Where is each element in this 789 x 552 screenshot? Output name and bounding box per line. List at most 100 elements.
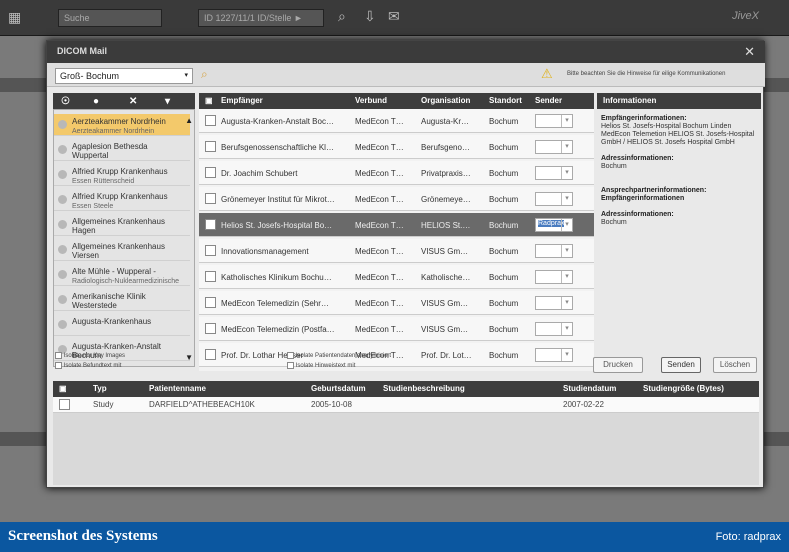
recipient-checkbox[interactable]	[205, 219, 216, 230]
recipient-row[interactable]: Helios St. Josefs-Hospital Bo… MedEcon T……	[199, 213, 594, 237]
recipient-network: MedEcon T…	[355, 273, 404, 282]
institution-list-item[interactable]: Alte Mühle - Wupperal - Radiologisch-Nukl…	[54, 264, 190, 286]
caption-bar: Screenshot des Systems Foto: radprax	[0, 522, 789, 552]
recipient-organisation: Berufsgeno…	[421, 143, 470, 152]
delete-button[interactable]: Löschen	[713, 357, 757, 373]
option-anonymize-label: Isolate Patientendaten anonymisiert	[295, 353, 392, 359]
institution-detail: Aerzteakammer Nordrhein	[72, 128, 155, 135]
recipient-checkbox[interactable]	[205, 193, 216, 204]
close-icon[interactable]: ✕	[744, 44, 755, 60]
recipient-network: MedEcon T…	[355, 169, 404, 178]
recipient-location: Bochum	[489, 273, 519, 282]
col-patient-name[interactable]: Patientenname	[149, 384, 206, 393]
study-table-empty-area	[53, 413, 759, 485]
address-info-text: Bochum	[601, 163, 627, 170]
tab-contacts[interactable]: ☉	[61, 96, 70, 107]
tab-tools[interactable]: ✕	[129, 96, 137, 107]
mail-icon[interactable]: ✉	[388, 8, 400, 25]
chevron-down-icon: ▾	[561, 141, 572, 153]
study-select-all[interactable]: ▣	[59, 384, 67, 393]
recipient-row[interactable]: Augusta-Kranken-Anstalt Boc… MedEcon T… Au…	[199, 109, 594, 133]
sender-select[interactable]: ▾	[535, 114, 573, 128]
recipient-name: Berufsgenossenschaftliche Kl…	[221, 143, 334, 152]
col-birthdate[interactable]: Geburtsdatum	[311, 384, 366, 393]
scroll-up-icon[interactable]: ▲	[185, 116, 193, 125]
app-toolbar: ▦ Suche ID 1227/11/1 ID/Stelle ► ⌕ ⇩ ✉ J…	[0, 0, 789, 36]
recipient-checkbox[interactable]	[205, 167, 216, 178]
institution-icon	[58, 295, 67, 304]
col-recipient[interactable]: Empfänger	[221, 96, 263, 105]
recipient-checkbox[interactable]	[205, 115, 216, 126]
recipient-location: Bochum	[489, 351, 519, 360]
grid-menu-icon[interactable]: ▦	[8, 9, 21, 26]
sender-select[interactable]: Radprax ▾	[535, 218, 573, 232]
option-report-checkbox[interactable]	[55, 361, 62, 369]
institution-list-item[interactable]: Allgemeines Krankenhaus Hagen	[54, 214, 190, 236]
institution-list-item[interactable]: Aerzteakammer Nordrhein Aerzteakammer Nor…	[54, 114, 190, 136]
option-key-images-checkbox[interactable]	[55, 351, 62, 359]
chevron-down-icon: ▾	[561, 323, 572, 335]
institution-list-item[interactable]: Amerikanische Klinik Westerstede	[54, 289, 190, 311]
sender-select[interactable]: ▾	[535, 192, 573, 206]
recipient-checkbox[interactable]	[205, 245, 216, 256]
col-network[interactable]: Verbund	[355, 96, 387, 105]
sender-select[interactable]: ▾	[535, 244, 573, 258]
recipient-checkbox[interactable]	[205, 349, 216, 360]
institution-list-item[interactable]: Agaplesion Bethesda Wuppertal	[54, 139, 190, 161]
recipient-row[interactable]: Dr. Joachim Schubert MedEcon T… Privatprax…	[199, 161, 594, 185]
option-report-label: Isolate Befundtext mit	[63, 363, 122, 369]
print-button[interactable]: Drucken	[593, 357, 643, 373]
search-input[interactable]: Suche	[58, 9, 162, 27]
chevron-down-icon: ▾	[561, 219, 572, 231]
session-selector[interactable]: ID 1227/11/1 ID/Stelle ►	[198, 9, 324, 27]
export-icon[interactable]: ⇩	[364, 8, 376, 25]
recipient-checkbox[interactable]	[205, 271, 216, 282]
tab-person[interactable]: ●	[93, 96, 99, 107]
study-row[interactable]: Study DARFIELD^ATHEBEACH10K 2005-10-08 2…	[53, 397, 759, 413]
recipient-row[interactable]: Katholisches Klinikum Bochu… MedEcon T… Ka…	[199, 265, 594, 289]
institution-list-item[interactable]: Allgemeines Krankenhaus Viersen	[54, 239, 190, 261]
recipient-row[interactable]: Innovationsmanagement MedEcon T… VISUS Gm……	[199, 239, 594, 263]
col-location[interactable]: Standort	[489, 96, 522, 105]
recipient-checkbox[interactable]	[205, 297, 216, 308]
institution-list-item[interactable]: Alfried Krupp Krankenhaus Essen Rüttensch…	[54, 164, 190, 186]
recipient-row[interactable]: MedEcon Telemedizin (Postfa… MedEcon T… VI…	[199, 317, 594, 341]
institution-name: Aerzteakammer Nordrhein	[72, 117, 166, 126]
sender-select[interactable]: ▾	[535, 322, 573, 336]
sender-select[interactable]: ▾	[535, 166, 573, 180]
option-anonymize-checkbox[interactable]	[287, 351, 294, 359]
col-study-description[interactable]: Studienbeschreibung	[383, 384, 465, 393]
search-icon[interactable]: ⌕	[201, 67, 208, 82]
recipient-checkbox[interactable]	[205, 323, 216, 334]
col-type[interactable]: Typ	[93, 384, 107, 393]
send-button[interactable]: Senden	[661, 357, 701, 373]
recipient-organisation: HELIOS St.…	[421, 221, 471, 230]
sender-select[interactable]: ▾	[535, 296, 573, 310]
recipient-row[interactable]: Grönemeyer Institut für Mikrot… MedEcon T…	[199, 187, 594, 211]
institution-list-item[interactable]: Alfried Krupp Krankenhaus Essen Steele	[54, 189, 190, 211]
recipient-row[interactable]: MedEcon Telemedizin (Sehr… MedEcon T… VISU…	[199, 291, 594, 315]
select-all-checkbox[interactable]: ▣	[205, 96, 213, 105]
send-options-2: Isolate Patientendaten anonymisiert Isol…	[287, 351, 391, 371]
institution-list-item[interactable]: Augusta-Krankenhaus	[54, 314, 190, 336]
option-note-checkbox[interactable]	[287, 361, 294, 369]
recipient-row[interactable]: Prof. Dr. Lothar Heuser MedEcon T… Prof. D…	[199, 343, 594, 367]
recipient-location: Bochum	[489, 221, 519, 230]
sender-select[interactable]: ▾	[535, 348, 573, 362]
study-row-checkbox[interactable]	[59, 399, 70, 410]
search-icon[interactable]: ⌕	[338, 8, 346, 25]
col-study-size[interactable]: Studiengröße (Bytes)	[643, 384, 724, 393]
chevron-down-icon: ▾	[561, 297, 572, 309]
recipient-checkbox[interactable]	[205, 141, 216, 152]
col-sender[interactable]: Sender	[535, 96, 562, 105]
region-filter-select[interactable]: Groß- Bochum ▾	[55, 68, 193, 84]
col-organisation[interactable]: Organisation	[421, 96, 470, 105]
recipient-row[interactable]: Berufsgenossenschaftliche Kl… MedEcon T… B…	[199, 135, 594, 159]
tab-pin[interactable]: ▾	[165, 96, 170, 107]
sender-select[interactable]: ▾	[535, 140, 573, 154]
institution-name: Allgemeines Krankenhaus Hagen	[72, 217, 165, 235]
scroll-down-icon[interactable]: ▼	[185, 353, 193, 362]
recipient-network: MedEcon T…	[355, 143, 404, 152]
sender-select[interactable]: ▾	[535, 270, 573, 284]
col-study-date[interactable]: Studiendatum	[563, 384, 616, 393]
